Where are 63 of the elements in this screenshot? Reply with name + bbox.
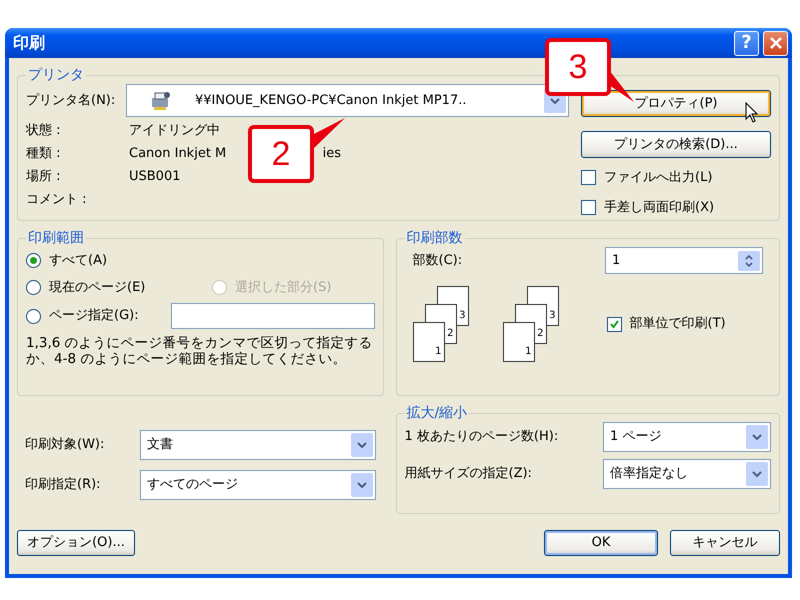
info-value: Canon Inkjet M [129, 145, 226, 163]
checkbox[interactable] [606, 316, 622, 332]
radio-button[interactable] [26, 280, 41, 295]
field-label: 部数(C): [412, 252, 464, 270]
field-label: 印刷指定(R): [24, 476, 102, 494]
checkbox-label[interactable]: 手差し両面印刷(X) [604, 198, 714, 217]
printer-dropdown[interactable]: ¥¥INOUE_KENGO-PC¥Canon Inkjet MP17.. [126, 84, 569, 117]
properties-button[interactable]: プロパティ(P) [581, 90, 771, 117]
close-button[interactable] [763, 30, 788, 56]
field-label: 用紙サイズの指定(Z): [404, 465, 533, 484]
page-number: 1 [435, 346, 442, 357]
radio-label[interactable]: ページ指定(G): [49, 306, 139, 326]
group-title: 拡大/縮小 [406, 404, 468, 422]
info-label: 場所 : [26, 168, 62, 186]
callout-label: 3 [545, 38, 611, 96]
pages-per-sheet-dropdown[interactable]: 1 ページ [603, 422, 771, 452]
chevron-down-icon [752, 433, 762, 441]
checkbox-label[interactable]: ファイルへ出力(L) [604, 168, 712, 188]
help-text: 1,3,6 のようにページ番号をカンマで区切って指定するか、4-8 のようにページ範囲を指定してください。 [26, 335, 374, 367]
field-label: プリンタ名(N): [26, 92, 116, 110]
page-number: 3 [549, 310, 556, 321]
options-button[interactable]: オプション(O)... [17, 530, 135, 556]
chevron-down-icon [550, 96, 560, 104]
print-pages-dropdown[interactable]: すべてのページ [140, 470, 376, 500]
chevron-down-icon [357, 441, 367, 449]
page-number: 2 [447, 328, 454, 339]
printer-icon [149, 90, 171, 112]
info-value: USB001 [129, 168, 180, 186]
radio-label[interactable]: 現在のページ(E) [49, 278, 146, 298]
spin-arrows-icon [744, 254, 754, 268]
chevron-down-icon [357, 481, 367, 489]
callout-label: 2 [248, 125, 314, 183]
info-label: 状態 : [26, 122, 62, 140]
info-label: 種類 : [26, 145, 62, 163]
chevron-down-icon [752, 470, 762, 478]
page-number: 3 [459, 310, 466, 321]
radio-button[interactable] [26, 253, 41, 268]
checkbox[interactable] [581, 200, 596, 215]
cancel-button[interactable]: キャンセル [670, 530, 780, 556]
group-title: プリンタ [27, 66, 85, 84]
page-number: 2 [537, 328, 544, 339]
checkbox-label[interactable]: 部単位で印刷(T) [630, 314, 726, 334]
radio-button[interactable] [26, 308, 41, 324]
field-label: 印刷対象(W): [24, 436, 106, 454]
check-icon [608, 319, 620, 329]
page-number: 1 [525, 346, 532, 357]
print-what-dropdown[interactable]: 文書 [140, 430, 376, 460]
checkbox[interactable] [581, 170, 596, 186]
copies-spinner[interactable]: 1 [605, 247, 763, 274]
pages-field[interactable] [171, 303, 375, 329]
ok-button[interactable]: OK [544, 530, 658, 556]
field-label: 1 枚あたりのページ数(H): [404, 428, 560, 446]
paper-size-dropdown[interactable]: 倍率指定なし [603, 459, 771, 489]
close-icon [768, 36, 782, 50]
info-label: コメント : [26, 191, 88, 209]
window-title: 印刷 [13, 32, 46, 54]
group-title: 印刷部数 [406, 229, 464, 247]
group-title: 印刷範囲 [27, 229, 85, 247]
radio-label[interactable]: すべて(A) [49, 250, 108, 270]
info-value: アイドリング中 [129, 122, 220, 140]
info-value: ies [322, 145, 341, 163]
mouse-pointer-icon [745, 102, 758, 123]
find-printer-button[interactable]: プリンタの検索(D)... [581, 131, 771, 158]
